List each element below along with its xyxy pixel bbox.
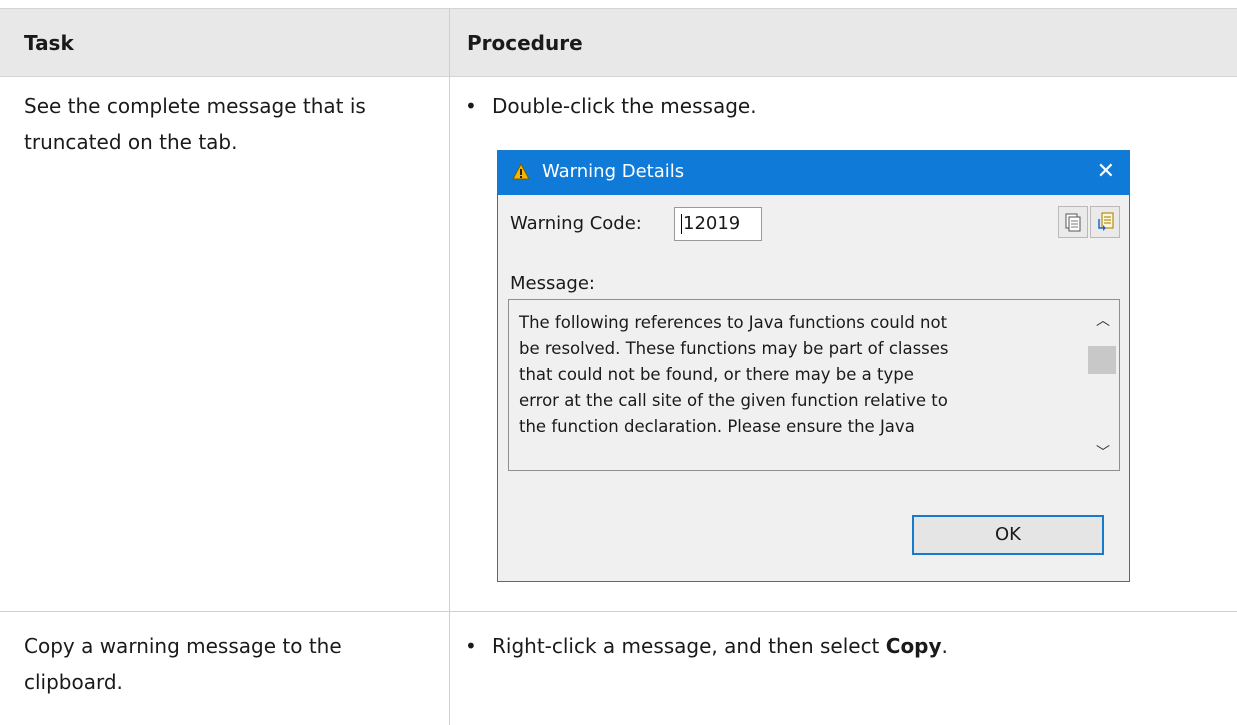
- row2-procedure-suffix: .: [941, 634, 948, 658]
- row2-procedure-prefix: Right-click a message, and then select: [492, 634, 886, 658]
- row1-column-divider: [449, 77, 450, 611]
- dialog-title: Warning Details: [542, 161, 685, 182]
- ok-button[interactable]: OK: [912, 515, 1104, 555]
- row1-task-line2: truncated on the tab.: [24, 130, 238, 154]
- warning-icon: [512, 163, 530, 180]
- row1-task-line1: See the complete message that is: [24, 94, 366, 118]
- message-label: Message:: [510, 273, 595, 294]
- warning-code-label: Warning Code:: [510, 213, 642, 234]
- copy-button[interactable]: [1058, 206, 1088, 238]
- row2-bullet: •: [465, 634, 477, 658]
- row1-procedure: Double-click the message.: [492, 94, 757, 118]
- row-separator: [0, 611, 1237, 612]
- row1-bullet: •: [465, 94, 477, 118]
- header-column-divider: [449, 8, 450, 77]
- message-scrollbar[interactable]: ︿ ﹀: [1087, 300, 1119, 470]
- header-procedure: Procedure: [467, 31, 583, 55]
- warning-code-field[interactable]: 12019: [674, 207, 762, 241]
- row2-procedure: Right-click a message, and then select C…: [492, 628, 948, 664]
- scroll-up-icon[interactable]: ︿: [1096, 310, 1110, 330]
- table-header-row: Task Procedure: [0, 8, 1237, 77]
- message-text: The following references to Java functio…: [519, 313, 949, 436]
- export-button[interactable]: [1090, 206, 1120, 238]
- row2-procedure-bold: Copy: [885, 634, 942, 658]
- row2-task-line1: Copy a warning message to the: [24, 634, 342, 658]
- close-icon[interactable]: ✕: [1097, 159, 1115, 184]
- warning-details-dialog: Warning Details ✕ Warning Code: 12019 Me…: [497, 150, 1130, 582]
- scroll-thumb[interactable]: [1088, 346, 1116, 374]
- copy-icon: [1065, 213, 1081, 232]
- row2-column-divider: [449, 612, 450, 725]
- dialog-title-bar: Warning Details ✕: [498, 151, 1129, 195]
- header-task: Task: [24, 31, 74, 55]
- row2-task-line2: clipboard.: [24, 670, 123, 694]
- message-text-area[interactable]: The following references to Java functio…: [508, 299, 1120, 471]
- export-icon: [1098, 212, 1114, 231]
- scroll-down-icon[interactable]: ﹀: [1096, 442, 1110, 462]
